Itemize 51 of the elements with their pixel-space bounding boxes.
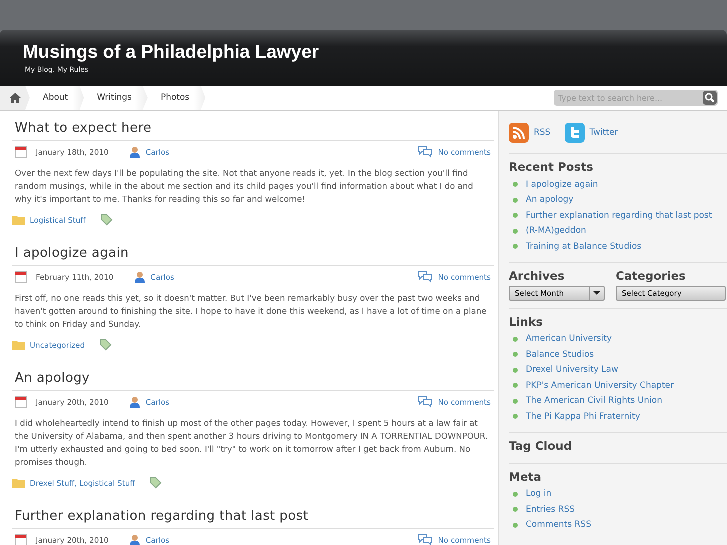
post-title[interactable]: An apology [12, 371, 494, 391]
widget-title: Links [509, 314, 544, 328]
rss-icon[interactable] [509, 123, 529, 143]
user-icon [128, 396, 141, 408]
search-icon[interactable] [703, 91, 717, 105]
recent-post-link[interactable]: An apology [526, 195, 574, 206]
recent-post-link[interactable]: I apologize again [526, 180, 598, 190]
tag-icon [100, 339, 112, 351]
blogroll-link[interactable]: The Pi Kappa Phi Fraternity [526, 412, 640, 422]
post-text: I did wholeheartedly intend to finish up most of the other pages today. However, I spent 5 hours at a law fair at the University of Alabama, and then spent another 3 hours driving to Montgomery IN A TORRENTIAL DOWNPOUR. I'm utterly exhausted and going to bed soon. I'll "try" to work on it tomorrow after I get back from Auburn. No promises though. [15, 417, 490, 469]
site-title[interactable]: Musings of a Philadelphia Lawyer [23, 42, 727, 63]
blogroll-link[interactable]: PKP's American University Chapter [526, 380, 674, 391]
user-icon [128, 534, 141, 545]
tag-icon [100, 214, 113, 226]
widget-title: Categories [616, 268, 687, 282]
widget-title: Tag Cloud [509, 438, 574, 452]
widget-title: Archives [509, 268, 566, 282]
post-text: Over the next few days I'll be populating the site. Not that anyone reads it, yet. In the blog section you'll find random musings, while in the about me section and its child pages you'll find information about what I do and why it's important to me. Thanks for reading this so far and welcome! [15, 167, 474, 206]
widget-title: Recent Posts [509, 160, 594, 174]
calendar-icon [15, 146, 27, 158]
meta-link[interactable]: Entries RSS [526, 504, 576, 515]
feed-link[interactable]: Twitter [590, 128, 618, 138]
comment-icon [418, 146, 434, 158]
post-title[interactable]: I apologize again [12, 246, 494, 266]
widget-title: Meta [509, 470, 543, 484]
folder-icon [12, 340, 25, 350]
user-icon [134, 271, 146, 283]
blogroll-link[interactable]: American University [526, 334, 612, 344]
folder-icon [12, 478, 25, 488]
tag-icon [150, 477, 162, 489]
recent-post-link[interactable]: Training at Balance Studios [526, 242, 642, 252]
comment-icon [418, 396, 434, 408]
blogroll-link[interactable]: Balance Studios [526, 350, 594, 360]
home-icon [10, 93, 20, 103]
comment-icon [418, 271, 434, 283]
calendar-icon [15, 396, 27, 408]
meta-link[interactable]: Comments RSS [526, 520, 592, 530]
folder-icon [12, 215, 25, 225]
blogroll-link[interactable]: Drexel University Law [526, 365, 618, 376]
user-icon [128, 146, 141, 158]
home-button[interactable] [0, 86, 30, 110]
feed-link[interactable]: RSS [534, 128, 551, 138]
recent-post-link[interactable]: Further explanation regarding that last post [526, 210, 712, 221]
blogroll-link[interactable]: The American Civil Rights Union [526, 396, 662, 406]
post-title[interactable]: Further explanation regarding that last post [12, 509, 494, 529]
meta-link[interactable]: Log in [526, 489, 552, 500]
post-text: First off, no one reads this yet, so it doesn't matter. But I've been remarkably busy over the past two weeks and haven't gotten around to finishing the site. I hope to have it done this weekend, as I have a lot of time on a plane to think on Friday and Sunday. [15, 292, 488, 331]
post-title[interactable]: What to expect here [12, 121, 494, 141]
recent-post-link[interactable]: (R-MA)geddon [526, 226, 586, 236]
calendar-icon [15, 271, 27, 283]
caret-icon [589, 286, 604, 300]
